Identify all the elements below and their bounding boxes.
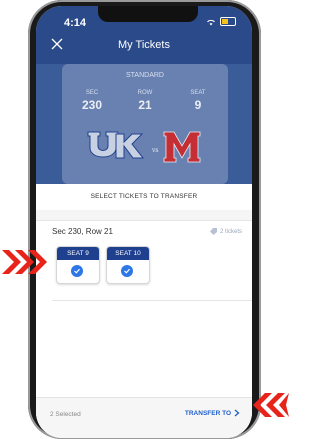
chevron-right-icon [234,409,240,417]
seat-column: SEAT 9 [178,90,218,112]
team-logos: vs [87,131,201,163]
ticket-tier: STANDARD [126,72,164,79]
ticket-preview: STANDARD SEC 230 ROW 21 SEAT 9 vs [36,64,252,184]
ticket-card[interactable]: STANDARD SEC 230 ROW 21 SEAT 9 vs [62,64,228,184]
sec-column: SEC 230 [72,90,112,112]
seat-label: SEAT [190,90,206,96]
ticket-count-text: 2 tickets [219,228,242,235]
section-row-label: Sec 230, Row 21 [52,227,113,236]
sec-value: 230 [81,98,103,112]
phone-screen: 4:14 My Tickets STANDARD SEC 230 ROW 21 [36,6,252,438]
sheet-title: SELECT TICKETS TO TRANSFER [36,184,252,211]
page-title: My Tickets [118,39,170,51]
tag-icon [209,228,217,235]
top-bar: 4:14 My Tickets [36,6,252,64]
row-label: ROW [137,90,153,96]
status-icons [206,17,236,26]
status-time: 4:14 [64,17,87,29]
seat-option-10[interactable]: SEAT 10 [106,246,150,284]
transfer-to-button[interactable]: TRANSFER TO [185,409,240,417]
seat-option-label: SEAT 9 [57,247,99,260]
section-separator [36,210,252,221]
transfer-to-label: TRANSFER TO [184,409,231,417]
transfer-sheet: SELECT TICKETS TO TRANSFER Sec 230, Row … [36,184,252,438]
battery-icon [220,17,236,26]
wifi-icon [207,19,215,25]
row-value: 21 [138,98,152,112]
divider [52,300,252,301]
row-column: ROW 21 [125,90,165,112]
sec-label: SEC [85,90,99,96]
arrow-left-icon [253,393,289,417]
svg-text:vs: vs [151,147,158,154]
arrow-right-icon [2,250,47,274]
notch [98,6,198,22]
seat-option-label: SEAT 10 [107,247,149,260]
seat-option-9[interactable]: SEAT 9 [56,246,100,284]
check-icon[interactable] [121,265,133,277]
ticket-count: 2 tickets [209,228,242,235]
seat-value: 9 [194,98,202,112]
footer-bar: 2 Selected TRANSFER TO [36,397,252,438]
selected-count: 2 Selected [50,411,81,418]
check-icon[interactable] [71,265,83,277]
